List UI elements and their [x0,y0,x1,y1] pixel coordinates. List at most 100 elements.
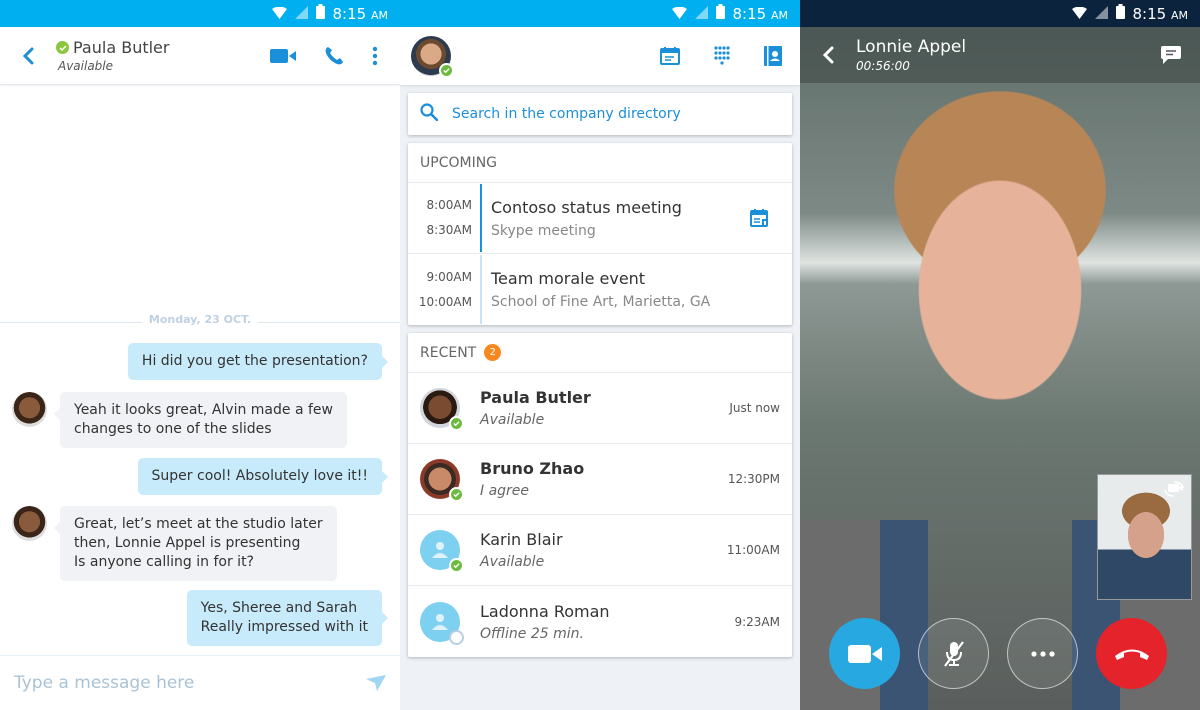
avatar [12,506,47,541]
recent-contact[interactable]: Karin Blair Available 11:00AM [408,515,792,586]
message-list[interactable]: Monday, 23 OCT. Hi did you get the prese… [0,85,400,655]
contact-name: Bruno Zhao [480,459,585,478]
cell-signal-icon [694,5,708,23]
status-bar: 8:15 AM [400,0,800,27]
recent-title: RECENT [420,344,477,361]
avatar [420,459,464,502]
directory-search[interactable] [408,93,792,135]
message-input[interactable] [14,673,366,693]
message-text: Great, let’s meet at the studio later th… [74,516,323,570]
status-bar: 8:15 AM [800,0,1200,27]
contact-info[interactable]: Paula Butler Available [56,38,270,73]
chat-bubble-icon[interactable] [1160,45,1200,65]
cell-signal-icon [1094,5,1108,23]
battery-icon [315,4,325,23]
upcoming-title: UPCOMING [420,154,498,171]
my-avatar[interactable] [411,36,454,78]
recent-card: RECENT 2 Paula Butler Available Just now B… [408,333,792,657]
presence-available-icon [439,63,454,78]
battery-icon [1115,4,1125,23]
contact-time: Just now [729,401,780,415]
search-input[interactable] [452,106,792,122]
meeting-title: Team morale event [491,269,646,288]
dialpad-icon[interactable] [714,46,730,66]
recent-contact[interactable]: Bruno Zhao I agree 12:30PM [408,444,792,515]
self-video-preview[interactable] [1097,474,1192,600]
person-icon [432,542,448,558]
battery-icon [715,4,725,23]
contact-time: 12:30PM [727,472,780,486]
message-outgoing: Hi did you get the presentation? [127,343,389,380]
call-controls [829,618,1167,689]
meeting-subtitle: Skype meeting [491,222,596,239]
section-header: RECENT 2 [408,333,792,373]
contact-name: Paula Butler [73,38,170,57]
clock: 8:15 AM [332,4,388,23]
hang-up-icon [1114,649,1149,660]
contact-time: 9:23AM [734,614,780,629]
presence-offline-icon [449,629,464,645]
contact-name: Ladonna Roman [480,601,610,621]
meeting-subtitle: School of Fine Art, Marietta, GA [491,294,711,310]
video-call-button[interactable] [270,48,296,64]
call-duration: 00:56:00 [856,59,910,73]
message-text: Yeah it looks great, Alvin made a few ch… [74,402,333,437]
person-icon [432,613,448,630]
message-text: Yes, Sheree and Sarah Really impressed w… [200,600,368,635]
send-icon[interactable] [366,675,386,691]
meeting-times: 8:00AM 8:30AM [426,198,472,237]
meeting-title: Contoso status meeting [491,197,682,217]
wifi-icon [1071,5,1087,23]
meetings-icon[interactable] [660,46,680,66]
meeting-item[interactable]: 8:00AM 8:30AM Contoso status meeting Skype… [408,183,792,254]
more-options-button[interactable] [372,46,378,66]
home-screen: 8:15 AM UPCOMING 8:00AM8:30AM Contoso st… [400,0,800,710]
chat-screen: 8:15 AM Paula Butler Available Monday, 2… [0,0,400,710]
message-outgoing: Super cool! Absolutely love it!! [137,458,389,495]
contact-time: 11:00AM [726,543,780,557]
unread-badge: 2 [484,344,502,361]
meeting-times: 9:00AM 10:00AM [418,269,472,309]
meeting-item[interactable]: 9:00AM 10:00AM Team morale event School of… [408,254,792,325]
contact-name: Paula Butler [480,388,591,407]
audio-call-button[interactable] [324,46,344,66]
join-meeting-icon[interactable] [750,207,770,233]
chat-header: Paula Butler Available [0,27,400,85]
toggle-video-button[interactable] [829,618,900,689]
back-button[interactable] [0,47,56,65]
presence-available-icon [449,416,464,431]
message-outgoing: Yes, Sheree and Sarah Really impressed w… [186,590,389,646]
recent-contact[interactable]: Paula Butler Available Just now [408,373,792,444]
more-options-button[interactable] [1007,618,1078,689]
back-button[interactable] [800,46,856,64]
call-header: Lonnie Appel 00:56:00 [800,27,1200,83]
message-incoming: Great, let’s meet at the studio later th… [54,506,337,581]
message-text: Hi did you get the presentation? [141,353,368,369]
upcoming-card: UPCOMING 8:00AM 8:30AM Contoso status mee… [408,143,792,325]
contacts-icon[interactable] [764,46,782,66]
avatar [420,530,464,573]
microphone-muted-icon [943,640,964,667]
avatar [12,392,47,427]
status-bar: 8:15 AM [0,0,400,27]
home-header [400,27,800,85]
video-call-screen: 8:15 AM Lonnie Appel 00:56:00 [800,0,1200,710]
recent-contact[interactable]: Ladonna Roman Offline 25 min. 9:23AM [408,586,792,657]
avatar [420,388,464,431]
contact-name: Karin Blair [480,530,563,549]
mute-button[interactable] [918,618,989,689]
wifi-icon [271,5,287,23]
avatar [420,601,464,645]
switch-camera-icon[interactable] [1163,481,1185,501]
end-call-button[interactable] [1096,618,1167,689]
ellipsis-icon [1030,650,1055,657]
wifi-icon [671,5,687,23]
contact-status: I agree [480,483,530,499]
call-contact-name: Lonnie Appel [856,37,967,57]
date-divider: Monday, 23 OCT. [0,313,400,326]
presence-available-icon [449,487,464,502]
cell-signal-icon [294,5,308,23]
contact-status: Available [58,59,114,73]
contact-status: Available [480,412,545,428]
clock: 8:15 AM [1132,4,1188,23]
